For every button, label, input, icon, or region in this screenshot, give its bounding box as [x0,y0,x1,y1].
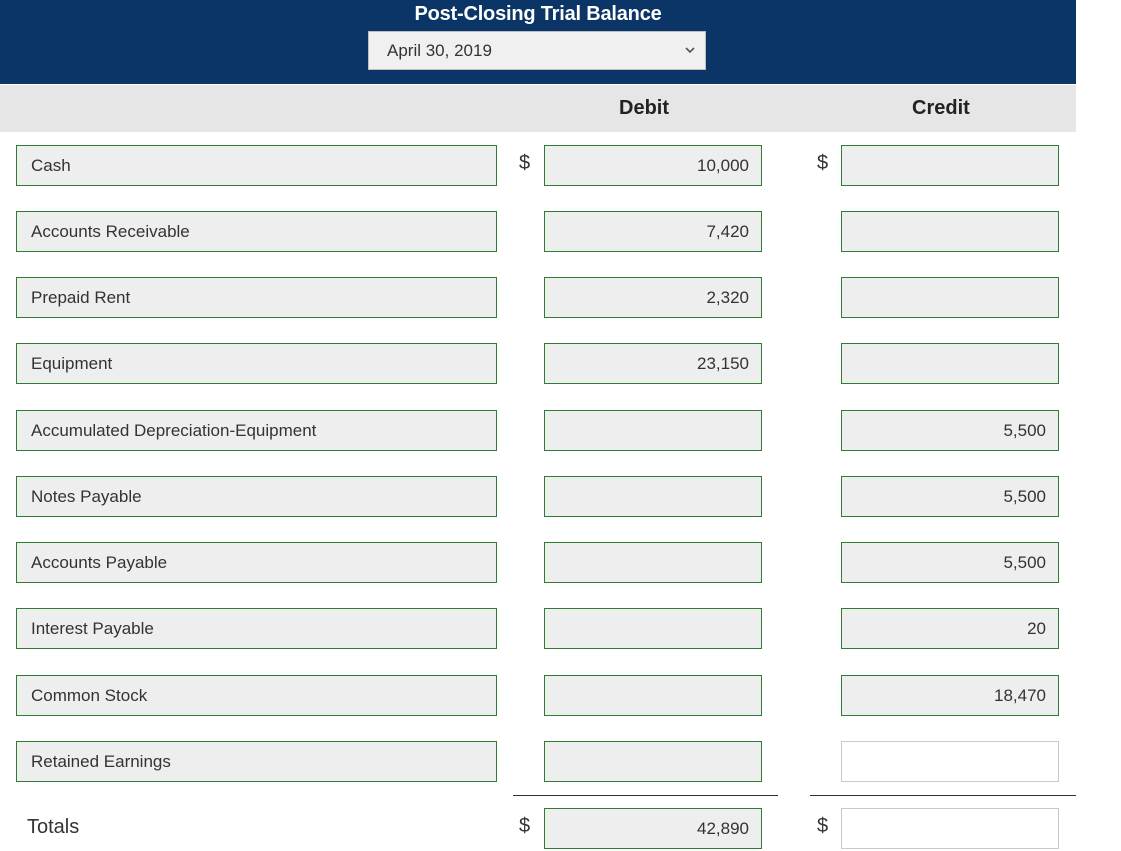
credit-total-rule [810,795,1076,796]
debit-dollar-sign: $ [519,815,531,837]
account-field[interactable]: Cash [16,145,497,186]
account-field[interactable]: Accounts Payable [16,542,497,583]
totals-row: Totals $ 42,890 $ [0,808,1076,850]
account-field[interactable]: Accounts Receivable [16,211,497,252]
table-row: Notes Payable 5,500 [0,476,1076,518]
debit-field[interactable] [544,542,762,583]
chevron-down-icon [685,47,695,54]
table-row: Retained Earnings [0,741,1076,783]
credit-column-header: Credit [912,97,970,119]
credit-field[interactable]: 5,500 [841,542,1059,583]
table-row: Equipment 23,150 [0,343,1076,385]
table-row: Accounts Receivable 7,420 [0,211,1076,253]
column-header-row: Debit Credit [0,85,1076,132]
date-select-value: April 30, 2019 [387,41,492,60]
table-row: Prepaid Rent 2,320 [0,277,1076,319]
credit-dollar-sign: $ [817,815,829,837]
table-row: Interest Payable 20 [0,608,1076,650]
debit-column-header: Debit [619,97,669,119]
table-row: Accounts Payable 5,500 [0,542,1076,584]
debit-field[interactable]: 23,150 [544,343,762,384]
account-field[interactable]: Accumulated Depreciation-Equipment [16,410,497,451]
totals-label: Totals [27,816,80,838]
credit-field[interactable]: 20 [841,608,1059,649]
account-field[interactable]: Prepaid Rent [16,277,497,318]
account-field[interactable]: Equipment [16,343,497,384]
debit-field[interactable] [544,410,762,451]
debit-total-field[interactable]: 42,890 [544,808,762,849]
credit-field[interactable]: 5,500 [841,476,1059,517]
credit-field[interactable] [841,343,1059,384]
account-field[interactable]: Notes Payable [16,476,497,517]
debit-field[interactable] [544,476,762,517]
debit-field[interactable] [544,675,762,716]
credit-field[interactable] [841,741,1059,782]
debit-dollar-sign: $ [519,152,531,174]
debit-field[interactable]: 7,420 [544,211,762,252]
credit-dollar-sign: $ [817,152,829,174]
debit-field[interactable]: 10,000 [544,145,762,186]
debit-field[interactable] [544,741,762,782]
header-bar: Post-Closing Trial Balance April 30, 201… [0,0,1076,84]
debit-field[interactable] [544,608,762,649]
credit-field[interactable] [841,145,1059,186]
date-select[interactable]: April 30, 2019 [368,31,706,70]
credit-field[interactable]: 18,470 [841,675,1059,716]
page-title: Post-Closing Trial Balance [414,3,662,25]
credit-total-field[interactable] [841,808,1059,849]
credit-field[interactable] [841,211,1059,252]
account-field[interactable]: Common Stock [16,675,497,716]
table-row: Common Stock 18,470 [0,675,1076,717]
credit-field[interactable] [841,277,1059,318]
credit-field[interactable]: 5,500 [841,410,1059,451]
debit-field[interactable]: 2,320 [544,277,762,318]
account-field[interactable]: Interest Payable [16,608,497,649]
table-row: Accumulated Depreciation-Equipment 5,500 [0,410,1076,452]
debit-total-rule [513,795,778,796]
account-field[interactable]: Retained Earnings [16,741,497,782]
table-row: Cash $ 10,000 $ [0,145,1076,187]
